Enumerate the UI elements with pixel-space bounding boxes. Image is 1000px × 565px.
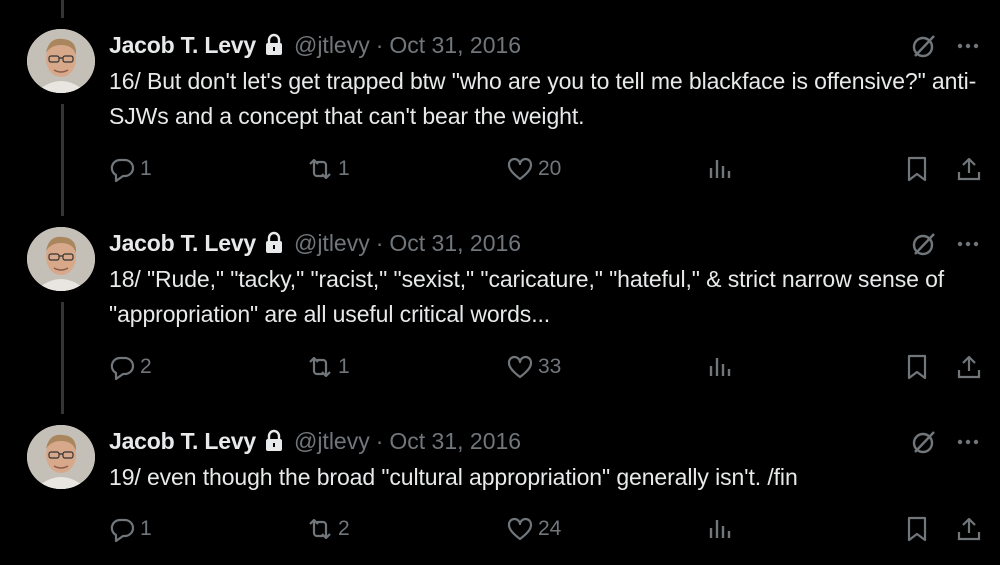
views-button[interactable] [706,514,734,544]
tweet-header: Jacob T. Levy @jtlevy · Oct 31, 2016 [109,228,521,258]
like-count: 33 [538,355,562,378]
bookmark-button[interactable] [903,154,931,184]
tweet-text: 16/ But don't let's get trapped btw "who… [109,68,977,129]
more-icon[interactable] [953,230,983,258]
retweet-icon [309,158,331,180]
more-icon[interactable] [953,428,983,456]
heart-icon [507,517,533,541]
user-handle[interactable]: @jtlevy [294,428,370,455]
avatar-image [27,227,95,291]
views-icon [709,520,731,538]
share-icon [957,355,981,379]
views-icon [709,358,731,376]
lock-icon [264,231,284,255]
bookmark-button[interactable] [903,352,931,382]
tweet[interactable]: Jacob T. Levy @jtlevy · Oct 31, 2016 18/… [0,198,1000,396]
retweet-icon [309,518,331,540]
share-icon [957,157,981,181]
heart-icon [507,157,533,181]
like-button[interactable]: 24 [506,514,561,544]
user-handle[interactable]: @jtlevy [294,32,370,59]
retweet-count: 2 [338,517,350,540]
tweet-date[interactable]: Oct 31, 2016 [389,32,521,59]
reply-button[interactable]: 1 [108,514,152,544]
avatar[interactable] [27,29,95,93]
reply-button[interactable]: 1 [108,154,152,184]
display-name[interactable]: Jacob T. Levy [109,428,256,455]
reply-icon [110,356,135,381]
tweet-text: 18/ "Rude," "tacky," "racist," "sexist,"… [109,266,945,327]
share-button[interactable] [955,154,983,184]
reply-icon [110,158,135,183]
tweet[interactable]: Jacob T. Levy @jtlevy · Oct 31, 2016 16/… [0,0,1000,198]
retweet-icon [309,356,331,378]
tweet-text: 19/ even though the broad "cultural appr… [109,464,798,490]
retweet-button[interactable]: 1 [306,352,350,382]
grok-icon[interactable] [910,428,938,456]
reply-count: 1 [140,517,152,540]
separator-dot: · [375,427,384,454]
like-button[interactable]: 20 [506,154,561,184]
retweet-button[interactable]: 2 [306,514,350,544]
like-button[interactable]: 33 [506,352,561,382]
avatar[interactable] [27,227,95,291]
more-icon[interactable] [953,32,983,60]
lock-icon [264,429,284,453]
reply-count: 2 [140,355,152,378]
lock-icon [264,33,284,57]
retweet-count: 1 [338,157,350,180]
bookmark-icon [907,354,927,380]
display-name[interactable]: Jacob T. Levy [109,230,256,257]
avatar[interactable] [27,425,95,489]
like-count: 24 [538,517,562,540]
display-name[interactable]: Jacob T. Levy [109,32,256,59]
bookmark-icon [907,156,927,182]
views-icon [709,160,731,178]
reply-icon [110,518,135,543]
separator-dot: · [375,31,384,58]
separator-dot: · [375,229,384,256]
grok-icon[interactable] [910,230,938,258]
tweet-header: Jacob T. Levy @jtlevy · Oct 31, 2016 [109,30,521,60]
reply-count: 1 [140,157,152,180]
tweet-date[interactable]: Oct 31, 2016 [389,428,521,455]
views-button[interactable] [706,154,734,184]
heart-icon [507,355,533,379]
avatar-image [27,29,95,93]
share-button[interactable] [955,352,983,382]
bookmark-icon [907,516,927,542]
share-icon [957,517,981,541]
grok-icon[interactable] [910,32,938,60]
retweet-count: 1 [338,355,350,378]
tweet[interactable]: Jacob T. Levy @jtlevy · Oct 31, 2016 19/… [0,396,1000,565]
share-button[interactable] [955,514,983,544]
tweet-date[interactable]: Oct 31, 2016 [389,230,521,257]
user-handle[interactable]: @jtlevy [294,230,370,257]
tweet-header: Jacob T. Levy @jtlevy · Oct 31, 2016 [109,426,521,456]
views-button[interactable] [706,352,734,382]
retweet-button[interactable]: 1 [306,154,350,184]
reply-button[interactable]: 2 [108,352,152,382]
like-count: 20 [538,157,562,180]
bookmark-button[interactable] [903,514,931,544]
avatar-image [27,425,95,489]
